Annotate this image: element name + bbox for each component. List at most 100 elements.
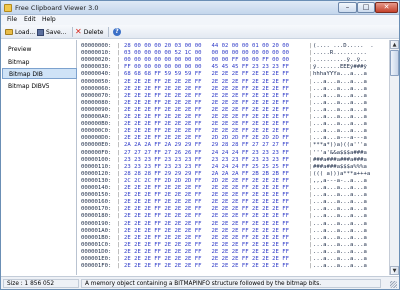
hex-row[interactable]: 00000070: | 2E 2E 2E FF 2E 2E 2E FF 2E 2E … — [79, 93, 388, 100]
close-button[interactable]: ✕ — [375, 2, 398, 13]
hex-address: 00000050: — [81, 78, 112, 85]
hex-address: 00000080: — [81, 99, 112, 106]
hex-address: 00000030: — [81, 64, 112, 71]
hex-row[interactable]: 00000050: | 2E 2E 2E FF 2E 2E 2E FF 2E 2E … — [79, 79, 388, 86]
hex-separator: | — [117, 248, 121, 255]
hex-row[interactable]: 000000E0: | 2A 2A 2A FF 2A 29 29 FF 29 28 … — [79, 142, 388, 149]
hex-bytes: 2E 2E 2E FF 2E 2E 2E FF 2E 2E 2E FF 2E 2… — [124, 92, 290, 99]
hex-address: 000001A0: — [81, 227, 112, 234]
hex-row[interactable]: 000001D0: | 2E 2E 2E FF 2E 2E 2E FF 2E 2E … — [79, 249, 388, 256]
hex-row[interactable]: 000001B0: | 2E 2E 2E FF 2E 2E 2E FF 2E 2E … — [79, 235, 388, 242]
folder-icon — [5, 29, 13, 35]
hex-address: 000000E0: — [81, 142, 112, 149]
hex-row[interactable]: 00000000: | 28 00 00 00 20 03 00 00 44 02 … — [79, 43, 388, 50]
hex-separator: | — [309, 263, 313, 270]
hex-ascii: ...a...a...a...a — [313, 213, 367, 220]
hex-bytes: 23 23 23 FF 23 23 23 FF 23 23 23 FF 23 2… — [124, 156, 290, 163]
hex-address: 00000180: — [81, 213, 112, 220]
save-label: Save... — [46, 28, 67, 36]
hex-separator: | — [309, 43, 313, 49]
hex-row[interactable]: 00000180: | 2E 2E 2E FF 2E 2E 2E FF 2E 2E … — [79, 213, 388, 220]
hex-separator: | — [309, 213, 313, 220]
hex-ascii: ...a...a...a...a — [313, 241, 367, 248]
hex-row[interactable]: 00000150: | 2E 2E 2E FF 2E 2E 2E FF 2E 2E … — [79, 192, 388, 199]
hex-row[interactable]: 000001C0: | 2E 2E 2E FF 2E 2E 2E FF 2E 2E … — [79, 242, 388, 249]
menu-help[interactable]: Help — [42, 16, 56, 24]
hex-ascii: ...a...a...a...a — [313, 263, 367, 270]
hex-bytes: 2A 2A 2A FF 2A 29 29 FF 29 28 28 FF 27 2… — [124, 142, 290, 149]
hex-separator: | — [117, 199, 121, 206]
load-button[interactable]: Load... — [5, 27, 35, 37]
hex-row[interactable]: 00000020: | 00 00 00 00 00 00 00 00 00 00 … — [79, 57, 388, 64]
hex-row[interactable]: 00000010: | 03 00 00 00 00 52 1C 00 00 00 … — [79, 50, 388, 57]
hex-address: 00000170: — [81, 206, 112, 213]
minimize-button[interactable]: – — [338, 2, 357, 13]
save-button[interactable]: Save... — [37, 27, 66, 37]
hex-separator: | — [309, 234, 313, 241]
vertical-scrollbar[interactable]: ▲ ▼ — [389, 40, 399, 275]
delete-button[interactable]: ✕ Delete — [75, 27, 103, 37]
toolbar: Load... Save... ✕ Delete ? — [1, 25, 399, 39]
hex-row[interactable]: 000000F0: | 27 27 27 FF 27 26 26 FF 24 24 … — [79, 150, 388, 157]
format-item-bitmap[interactable]: Bitmap — [2, 57, 77, 68]
hex-separator: | — [309, 114, 313, 120]
hex-bytes: 00 00 00 00 00 00 00 00 00 00 FF 00 00 F… — [124, 57, 290, 64]
hex-ascii: hhhaYYYa...a...a — [313, 71, 367, 78]
hex-row[interactable]: 000000A0: | 2E 2E 2E FF 2E 2E 2E FF 2E 2E … — [79, 114, 388, 121]
menu-file[interactable]: File — [7, 16, 17, 24]
hex-row[interactable]: 00000080: | 2E 2E 2E FF 2E 2E 2E FF 2E 2E … — [79, 100, 388, 107]
hex-row[interactable]: 00000160: | 2E 2E 2E FF 2E 2E 2E FF 2E 2E … — [79, 199, 388, 206]
hex-ascii: ...a...a...a...a — [313, 106, 367, 113]
title-bar[interactable]: Free Clipboard Viewer 3.0 – □ ✕ — [1, 1, 399, 15]
maximize-button[interactable]: □ — [357, 2, 375, 13]
hex-row[interactable]: 00000090: | 2E 2E 2E FF 2E 2E 2E FF 2E 2E … — [79, 107, 388, 114]
help-icon: ? — [113, 28, 121, 36]
hex-separator: | — [117, 114, 121, 120]
hex-row[interactable]: 00000130: | 2C 2C 2C FF 2D 2D 2D FF 2D 2E … — [79, 178, 388, 185]
hex-row[interactable]: 00000140: | 2E 2E 2E FF 2E 2E 2E FF 2E 2E … — [79, 185, 388, 192]
hex-separator: | — [117, 241, 121, 248]
resize-grip-icon[interactable] — [390, 281, 397, 288]
hex-row[interactable]: 00000040: | 68 68 68 FF 59 59 59 FF 2E 2E … — [79, 71, 388, 78]
hex-address: 000000F0: — [81, 149, 112, 156]
hex-row[interactable]: 00000120: | 28 28 28 FF 29 29 29 FF 2A 2A … — [79, 171, 388, 178]
hex-separator: | — [117, 64, 121, 71]
hex-row[interactable]: 00000030: | FF 00 00 00 00 00 00 00 45 45 … — [79, 64, 388, 71]
hex-row[interactable]: 00000170: | 2E 2E 2E FF 2E 2E 2E FF 2E 2E … — [79, 206, 388, 213]
menu-bar: File Edit Help — [1, 15, 399, 25]
hex-row[interactable]: 000000C0: | 2E 2E 2E FF 2E 2E 2E FF 2E 2E … — [79, 128, 388, 135]
hex-row[interactable]: 00000100: | 23 23 23 FF 23 23 23 FF 23 23 … — [79, 157, 388, 164]
hex-separator: | — [117, 142, 121, 149]
scroll-up-button[interactable]: ▲ — [390, 40, 399, 49]
hex-bytes: 2E 2E 2E FF 2E 2E 2E FF 2E 2E 2E FF 2E 2… — [124, 256, 290, 262]
hex-separator: | — [309, 156, 313, 163]
hex-separator: | — [117, 177, 121, 184]
hex-row[interactable]: 000001E0: | 2E 2E 2E FF 2E 2E 2E FF 2E 2E … — [79, 256, 388, 263]
toolbar-separator — [108, 27, 109, 37]
hex-row[interactable]: 000001F0: | 2E 2E 2E FF 2E 2E 2E FF 2E 2E … — [79, 263, 388, 270]
format-item-bitmap-dib[interactable]: Bitmap DIB — [2, 68, 77, 79]
hex-separator: | — [117, 185, 121, 191]
hex-row[interactable]: 000001A0: | 2E 2E 2E FF 2E 2E 2E FF 2E 2E … — [79, 228, 388, 235]
hex-separator: | — [309, 170, 313, 177]
hex-row[interactable]: 000000B0: | 2E 2E 2E FF 2E 2E 2E FF 2E 2E … — [79, 121, 388, 128]
hex-row[interactable]: 00000060: | 2E 2E 2E FF 2E 2E 2E FF 2E 2E … — [79, 86, 388, 93]
hex-ascii: ...a...a...a...a — [313, 92, 367, 99]
hex-row[interactable]: 00000190: | 2E 2E 2E FF 2E 2E 2E FF 2E 2E … — [79, 221, 388, 228]
format-item-preview[interactable]: Preview — [2, 44, 77, 55]
hex-view[interactable]: 00000000: | 28 00 00 00 20 03 00 00 44 02 … — [79, 40, 388, 275]
hex-separator: | — [309, 57, 313, 64]
scroll-thumb[interactable] — [390, 50, 399, 76]
toolbar-separator — [72, 27, 73, 37]
hex-ascii: ...a...a...a...a — [313, 234, 367, 241]
menu-edit[interactable]: Edit — [24, 16, 36, 24]
format-item-bitmap-dibv5[interactable]: Bitmap DIBV5 — [2, 81, 77, 92]
scroll-down-button[interactable]: ▼ — [390, 266, 399, 275]
hex-row[interactable]: 000000D0: | 2E 2E 2E FF 2E 2E 2E FF 2D 2D … — [79, 135, 388, 142]
help-button[interactable]: ? — [113, 27, 121, 37]
hex-bytes: 23 23 23 FF 23 23 23 FF 24 24 24 FF 25 2… — [124, 163, 290, 170]
hex-separator: | — [309, 185, 313, 191]
hex-row[interactable]: 00000110: | 23 23 23 FF 23 23 23 FF 24 24 … — [79, 164, 388, 171]
hex-bytes: 2E 2E 2E FF 2E 2E 2E FF 2E 2E 2E FF 2E 2… — [124, 220, 290, 227]
hex-separator: | — [309, 64, 313, 71]
